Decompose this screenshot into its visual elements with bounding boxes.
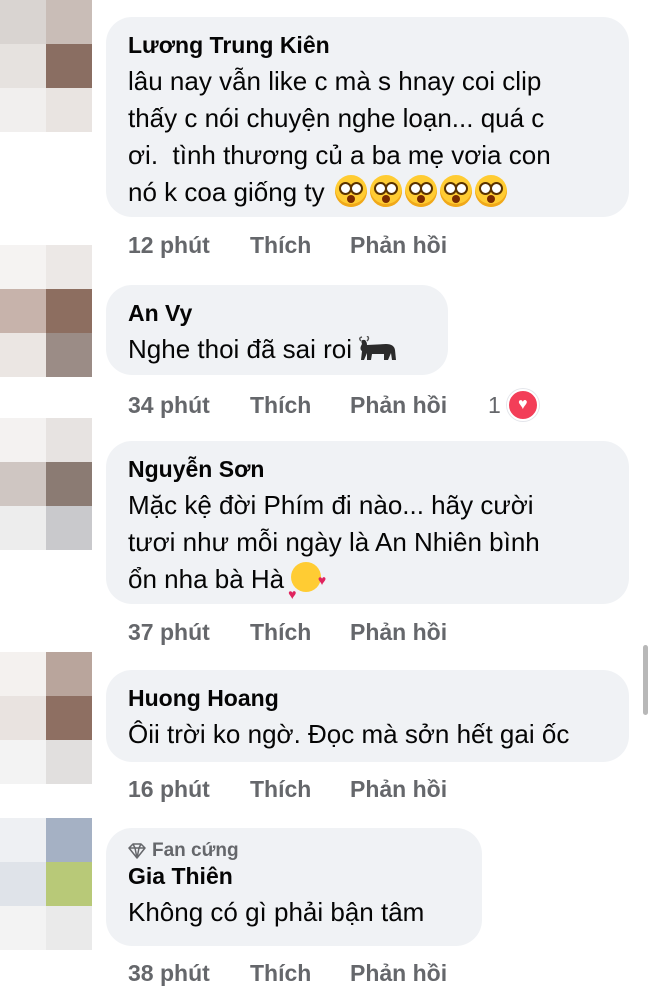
comment-author[interactable]: Lương Trung Kiên bbox=[128, 31, 607, 59]
comment-author[interactable]: An Vy bbox=[128, 299, 426, 327]
comment-bubble: Fan cứng Gia Thiên Không có gì phải bận … bbox=[106, 828, 482, 946]
comment-author[interactable]: Huong Hoang bbox=[128, 684, 607, 712]
avatar[interactable] bbox=[0, 0, 92, 132]
top-fan-badge[interactable]: Fan cứng bbox=[128, 840, 460, 862]
comment-text: Mặc kệ đời Phím đi nào... hãy cười tươi … bbox=[128, 490, 540, 602]
diamond-icon bbox=[128, 843, 146, 859]
reaction-summary[interactable]: 1 ♥ bbox=[488, 389, 539, 421]
like-button[interactable]: Thích bbox=[250, 776, 350, 803]
avatar[interactable] bbox=[0, 818, 92, 950]
avatar[interactable] bbox=[0, 652, 92, 784]
comment-time[interactable]: 37 phút bbox=[128, 619, 250, 646]
comment-time[interactable]: 38 phút bbox=[128, 960, 250, 987]
like-button[interactable]: Thích bbox=[250, 392, 350, 419]
like-button[interactable]: Thích bbox=[250, 232, 350, 259]
comment-time[interactable]: 16 phút bbox=[128, 776, 250, 803]
comment-actions: 38 phút Thích Phản hồi bbox=[128, 960, 488, 987]
comment-actions: 12 phút Thích Phản hồi bbox=[128, 232, 488, 259]
water-buffalo-icon bbox=[359, 336, 397, 360]
comment-bubble: Lương Trung Kiên lâu nay vẫn like c mà s… bbox=[106, 17, 629, 217]
reaction-count: 1 bbox=[488, 391, 501, 418]
smiling-face-with-hearts-icon: ♥ ♥ bbox=[288, 562, 326, 602]
comment-actions: 37 phút Thích Phản hồi bbox=[128, 619, 488, 646]
avatar[interactable] bbox=[0, 245, 92, 377]
reply-button[interactable]: Phản hồi bbox=[350, 960, 488, 987]
like-button[interactable]: Thích bbox=[250, 619, 350, 646]
comment-text: lâu nay vẫn like c mà s hnay coi clip th… bbox=[128, 66, 551, 207]
dizzy-face-icon bbox=[325, 175, 507, 207]
reply-button[interactable]: Phản hồi bbox=[350, 392, 488, 419]
reply-button[interactable]: Phản hồi bbox=[350, 776, 488, 803]
comment-text: Không có gì phải bận tâm bbox=[128, 897, 425, 927]
badge-label: Fan cứng bbox=[152, 840, 239, 861]
comment-actions: 16 phút Thích Phản hồi bbox=[128, 776, 488, 803]
like-button[interactable]: Thích bbox=[250, 960, 350, 987]
scrollbar[interactable] bbox=[643, 645, 648, 715]
comment-author[interactable]: Nguyễn Sơn bbox=[128, 455, 607, 483]
comment-actions: 34 phút Thích Phản hồi 1 ♥ bbox=[128, 389, 539, 421]
avatar[interactable] bbox=[0, 418, 92, 550]
comment-bubble: Nguyễn Sơn Mặc kệ đời Phím đi nào... hãy… bbox=[106, 441, 629, 604]
reply-button[interactable]: Phản hồi bbox=[350, 619, 488, 646]
comment-bubble: An Vy Nghe thoi đã sai roi bbox=[106, 285, 448, 375]
reply-button[interactable]: Phản hồi bbox=[350, 232, 488, 259]
comment-text: Nghe thoi đã sai roi bbox=[128, 331, 426, 368]
comment-time[interactable]: 12 phút bbox=[128, 232, 250, 259]
comment-text: Ôii trời ko ngờ. Đọc mà sởn hết gai ốc bbox=[128, 719, 570, 749]
comment-bubble: Huong Hoang Ôii trời ko ngờ. Đọc mà sởn … bbox=[106, 670, 629, 762]
comment-author[interactable]: Gia Thiên bbox=[128, 862, 460, 890]
heart-icon: ♥ bbox=[506, 389, 539, 421]
comment-time[interactable]: 34 phút bbox=[128, 392, 250, 419]
